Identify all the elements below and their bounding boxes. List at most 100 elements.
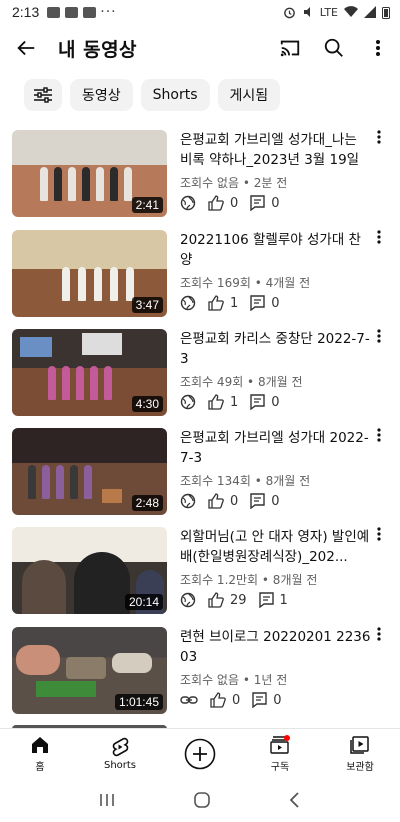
chip-shorts[interactable]: Shorts (140, 79, 210, 111)
more-vert-icon (377, 527, 381, 541)
comment-count: 0 (271, 295, 280, 311)
nav-shorts[interactable]: Shorts (80, 729, 160, 778)
bottom-nav: 홈 Shorts 구독 보관함 (0, 728, 400, 778)
like-icon (208, 493, 224, 509)
video-more-button[interactable] (372, 428, 386, 448)
comment-icon (250, 195, 265, 211)
mute-icon (303, 7, 310, 17)
back-button[interactable] (0, 24, 52, 72)
video-title[interactable]: 외할머님(고 안 대자 영자) 발인예배(한일병원장례식장)_202... (180, 527, 372, 567)
comment-icon (252, 692, 267, 708)
like-count: 1 (230, 295, 239, 311)
video-more-button[interactable] (372, 130, 386, 150)
notification-icons (47, 6, 97, 18)
video-thumbnail[interactable]: 2:41 (12, 130, 167, 217)
home-icon (32, 736, 48, 753)
video-title[interactable]: 련현 브이로그 20220201 223603 (180, 627, 372, 667)
link-icon (180, 696, 198, 704)
video-more-button[interactable] (372, 527, 386, 547)
recent-apps-icon[interactable] (98, 792, 116, 808)
video-thumbnail[interactable]: 3:47 (12, 230, 167, 317)
arrow-back-icon (17, 40, 35, 56)
video-meta: 조회수 1.2만회 • 8개월 전 (180, 573, 318, 587)
video-stats: 29 1 (180, 589, 300, 611)
video-item[interactable]: 4:30 은평교회 카리스 중창단 2022-7-3 조회수 49회 • 8개월… (0, 321, 400, 421)
video-meta: 조회수 없음 • 2분 전 (180, 176, 288, 190)
globe-icon (180, 295, 196, 311)
more-vert-icon (377, 329, 381, 343)
video-meta: 조회수 없음 • 1년 전 (180, 673, 288, 687)
like-count: 1 (230, 394, 239, 410)
status-bar: 2:13 ··· LTE (0, 0, 400, 24)
more-notifications-icon: ··· (100, 4, 117, 20)
notification-c-icon (65, 6, 79, 18)
more-vert-icon (376, 40, 380, 56)
system-status-icons: LTE (283, 6, 390, 19)
nav-library-label: 보관함 (346, 761, 374, 773)
search-button[interactable] (312, 26, 356, 70)
video-thumbnail[interactable]: 20:14 (12, 527, 167, 614)
like-count: 0 (230, 195, 239, 211)
video-stats: 1 0 (180, 391, 292, 413)
like-count: 0 (232, 692, 241, 708)
like-count: 29 (230, 592, 247, 608)
video-item[interactable]: 20:14 외할머님(고 안 대자 영자) 발인예배(한일병원장례식장)_202… (0, 519, 400, 619)
duration-badge: 3:47 (131, 297, 163, 313)
page-title: 내 동영상 (58, 38, 138, 61)
message-icon (47, 6, 61, 18)
comment-count: 0 (271, 493, 280, 509)
nav-library[interactable]: 보관함 (320, 729, 400, 778)
status-time: 2:13 (12, 4, 40, 20)
globe-icon (180, 493, 196, 509)
video-thumbnail[interactable]: 2:48 (12, 428, 167, 515)
video-title[interactable]: 은평교회 카리스 중창단 2022-7-3 (180, 329, 372, 369)
subscriptions-icon (270, 734, 290, 754)
filter-chip-settings[interactable] (24, 79, 62, 111)
nav-subscriptions-label: 구독 (270, 761, 290, 773)
video-title[interactable]: 은평교회 가브리엘 성가대 2022-7-3 (180, 428, 372, 468)
video-thumbnail[interactable]: 4:30 (12, 329, 167, 416)
chip-published[interactable]: 게시됨 (217, 79, 281, 111)
video-thumbnail[interactable]: 1:01:45 (12, 627, 167, 714)
like-icon (210, 692, 226, 708)
comment-icon (258, 592, 274, 608)
like-icon (208, 295, 224, 311)
like-icon (208, 592, 224, 608)
more-vert-icon (377, 627, 381, 641)
chip-videos[interactable]: 동영상 (70, 79, 133, 111)
video-item[interactable]: 2:48 은평교회 가브리엘 성가대 2022-7-3 조회수 134회 • 8… (0, 420, 400, 520)
comment-icon (250, 295, 265, 311)
home-button-icon[interactable] (193, 791, 211, 809)
video-more-button[interactable] (372, 627, 386, 647)
cast-button[interactable] (268, 26, 312, 70)
more-vert-icon (377, 428, 381, 442)
video-more-button[interactable] (372, 230, 386, 250)
shorts-icon (112, 737, 129, 756)
signal-icon (364, 6, 376, 18)
cast-icon (280, 40, 300, 57)
video-more-button[interactable] (372, 329, 386, 349)
nav-subscriptions[interactable]: 구독 (240, 729, 320, 778)
comment-count: 1 (279, 592, 288, 608)
nav-create[interactable] (160, 729, 240, 778)
duration-badge: 4:30 (131, 396, 163, 412)
video-item[interactable]: 3:47 20221106 할렐루야 성가대 찬양 조회수 169회 • 4개월… (0, 222, 400, 322)
system-nav-bar (0, 778, 400, 822)
wifi-icon (344, 6, 358, 18)
nav-home-label: 홈 (35, 761, 45, 773)
video-item[interactable]: 2:41 은평교회 가브리엘 성가대_나는 비록 약하나_2023년 3월 19… (0, 122, 400, 222)
nav-home[interactable]: 홈 (0, 729, 80, 778)
video-stats: 0 0 (180, 490, 292, 512)
globe-icon (180, 195, 196, 211)
search-icon (324, 38, 343, 57)
system-back-icon[interactable] (288, 791, 302, 809)
video-title[interactable]: 은평교회 가브리엘 성가대_나는 비록 약하나_2023년 3월 19일 (180, 130, 372, 170)
duration-badge: 2:48 (131, 495, 163, 511)
video-stats: 1 0 (180, 292, 292, 314)
duration-badge: 1:01:45 (114, 694, 163, 710)
video-item[interactable]: 1:01:45 련현 브이로그 20220201 223603 조회수 없음 •… (0, 619, 400, 719)
network-type-label: LTE (319, 5, 338, 19)
more-options-button[interactable] (356, 26, 400, 70)
video-title[interactable]: 20221106 할렐루야 성가대 찬양 (180, 230, 372, 270)
gallery-icon (83, 6, 97, 18)
